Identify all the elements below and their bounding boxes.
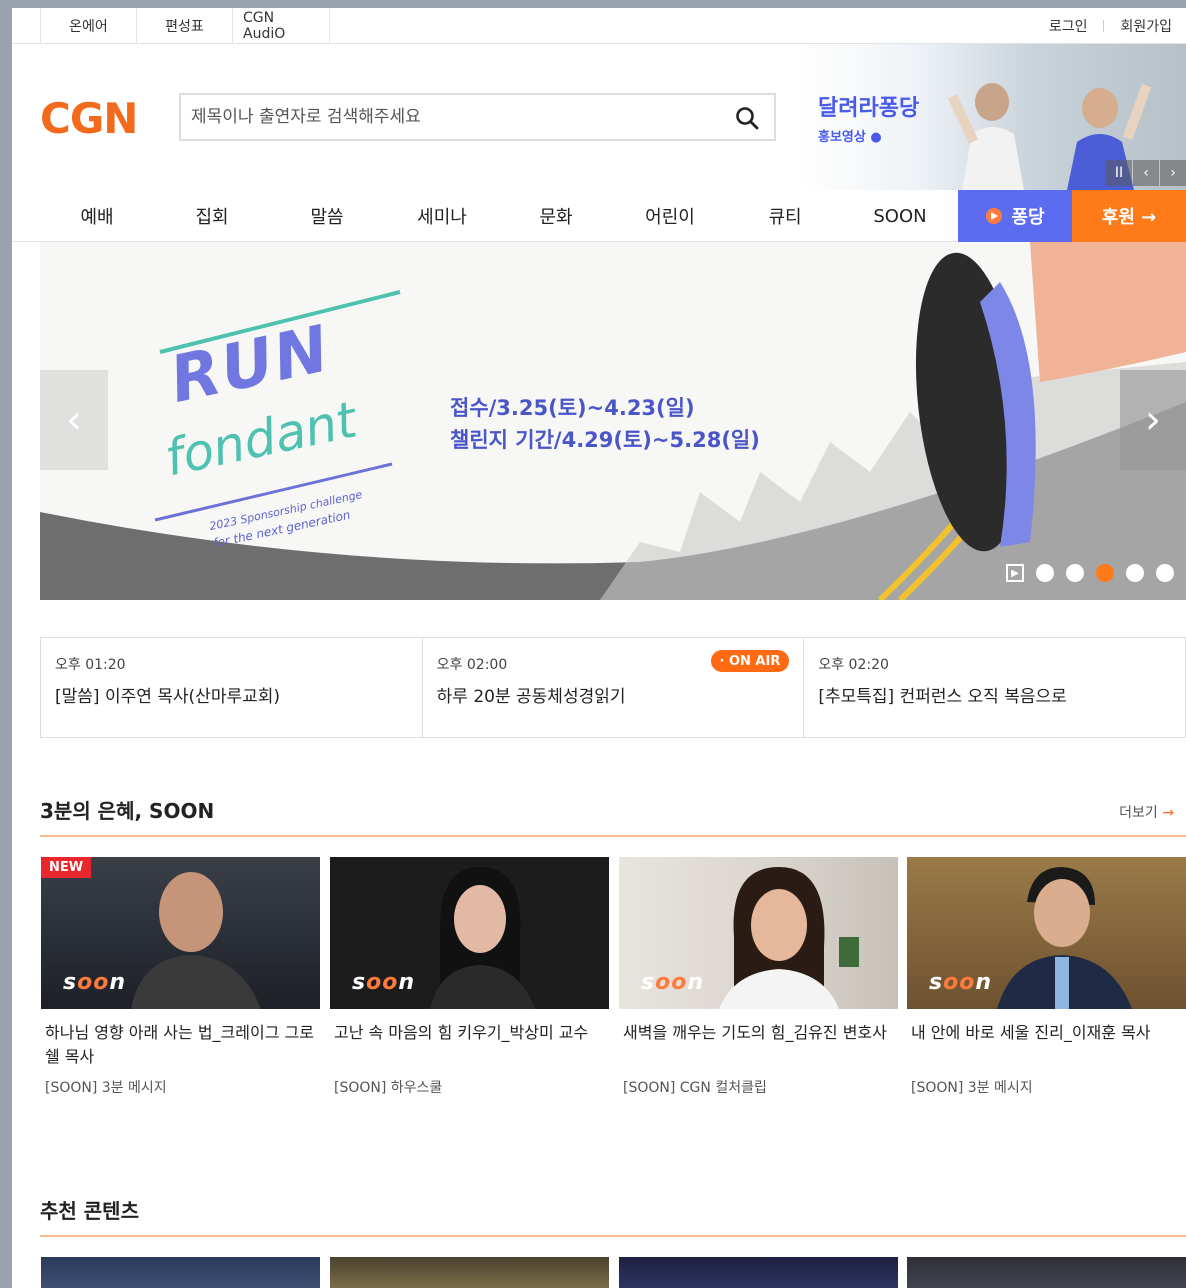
recommend-section-title: 추천 콘텐츠 <box>40 1199 139 1223</box>
utility-tabs: 온에어 편성표 CGN AudiO <box>40 8 330 44</box>
nav-qt[interactable]: 큐티 <box>735 190 835 242</box>
speaker-image <box>430 867 535 1009</box>
hero-date-2: 챌린지 기간/4.29(토)~5.28(일) <box>450 428 760 452</box>
section-divider <box>40 835 1186 837</box>
card-thumbnail[interactable]: soon <box>619 857 898 1009</box>
hero-date-1: 접수/3.25(토)~4.23(일) <box>450 396 695 420</box>
schedule-title: 하루 20분 공동체성경읽기 <box>436 687 626 707</box>
schedule-title: [추모특집] 컨퍼런스 오직 복음으로 <box>818 687 1067 707</box>
slide-dot[interactable] <box>1066 564 1084 582</box>
broadcast-schedule: 오후 01:20 [말씀] 이주연 목사(산마루교회) 오후 02:00 하루 … <box>40 637 1186 738</box>
schedule-time: 오후 01:20 <box>55 657 126 673</box>
slide-dot[interactable] <box>1036 564 1054 582</box>
cgn-logo[interactable]: CGN <box>40 96 138 142</box>
next-button[interactable]: › <box>1160 160 1186 186</box>
soon-watermark: soon <box>63 970 127 995</box>
schedule-item[interactable]: 오후 02:00 하루 20분 공동체성경읽기 · ON AIR <box>423 638 805 737</box>
soon-watermark: soon <box>929 970 993 995</box>
main-nav: 예배 집회 말씀 세미나 문화 어린이 큐티 SOON 퐁당 후원 → <box>12 190 1186 242</box>
promo-controls: II ‹ › <box>1105 160 1186 186</box>
more-link[interactable]: 더보기 → <box>1119 802 1174 822</box>
card-title[interactable]: 고난 속 마음의 힘 키우기_박상미 교수 <box>330 1021 609 1069</box>
recommend-thumbnail[interactable] <box>907 1257 1186 1288</box>
login-link[interactable]: 로그인 <box>1049 16 1088 36</box>
pong-label: 퐁당 <box>1011 207 1045 228</box>
page: 온에어 편성표 CGN AudiO 로그인 회원가입 CGN 달려라퐁당 홍보 <box>12 8 1186 1288</box>
tab-schedule[interactable]: 편성표 <box>136 8 232 44</box>
nav-sermon[interactable]: 말씀 <box>277 190 377 242</box>
card-category: [SOON] 3분 메시지 <box>45 1080 167 1096</box>
card-category: [SOON] 하우스쿨 <box>334 1080 443 1096</box>
card-thumbnail[interactable]: soon <box>330 857 609 1009</box>
speaker-image <box>131 872 261 1009</box>
schedule-time: 오후 02:20 <box>818 657 889 673</box>
card-category: [SOON] 3분 메시지 <box>911 1080 1033 1096</box>
card-title[interactable]: 하나님 영향 아래 사는 법_크레이그 그로쉘 목사 <box>41 1021 320 1069</box>
tab-onair[interactable]: 온에어 <box>40 8 136 44</box>
hero-pagination: ▶ <box>1006 564 1174 582</box>
speaker-image <box>997 867 1132 1009</box>
search-icon[interactable] <box>734 105 760 131</box>
nav-worship[interactable]: 예배 <box>47 190 147 242</box>
soon-card[interactable]: soon 새벽을 깨우는 기도의 힘_김유진 변호사 [SOON] CGN 컬처… <box>619 857 898 1097</box>
pause-button[interactable]: II <box>1106 160 1132 186</box>
recommend-thumbnail[interactable] <box>619 1257 898 1288</box>
nav-seminar[interactable]: 세미나 <box>392 190 492 242</box>
pong-button[interactable]: 퐁당 <box>958 190 1072 242</box>
soon-watermark: soon <box>352 970 416 995</box>
pong-icon <box>986 208 1003 224</box>
promo-title: 달려라퐁당 <box>818 96 920 121</box>
chevron-right-icon: › <box>1145 397 1161 443</box>
section-divider <box>40 1235 1186 1237</box>
slide-dot[interactable] <box>1126 564 1144 582</box>
promo-video-link[interactable]: 홍보영상 ● <box>818 126 882 145</box>
chevron-left-icon: ‹ <box>66 397 82 443</box>
nav-soon[interactable]: SOON <box>850 190 950 242</box>
hero-prev-button[interactable]: ‹ <box>40 370 108 470</box>
on-air-badge: · ON AIR <box>710 650 790 672</box>
slide-dot-active[interactable] <box>1096 564 1114 582</box>
card-title[interactable]: 내 안에 바로 세울 진리_이재훈 목사 <box>907 1021 1186 1069</box>
tab-cgn-audio[interactable]: CGN AudiO <box>232 8 330 44</box>
hero-banner[interactable]: RUN fondant 2023 Sponsorship challenge f… <box>40 242 1186 600</box>
promo-banner[interactable]: 달려라퐁당 홍보영상 ● II ‹ › <box>802 44 1186 190</box>
soon-watermark: soon <box>641 970 705 995</box>
divider <box>1103 20 1105 32</box>
recommend-thumbnail[interactable] <box>41 1257 320 1288</box>
recommend-thumbnail[interactable] <box>330 1257 609 1288</box>
card-title[interactable]: 새벽을 깨우는 기도의 힘_김유진 변호사 <box>619 1021 898 1069</box>
support-button[interactable]: 후원 → <box>1072 190 1186 242</box>
soon-card[interactable]: soon 내 안에 바로 세울 진리_이재훈 목사 [SOON] 3분 메시지 <box>907 857 1186 1097</box>
slide-dot[interactable] <box>1156 564 1174 582</box>
nav-gathering[interactable]: 집회 <box>162 190 262 242</box>
play-icon[interactable]: ▶ <box>1006 564 1024 582</box>
signup-link[interactable]: 회원가입 <box>1120 16 1172 36</box>
nav-culture[interactable]: 문화 <box>506 190 606 242</box>
speaker-image <box>719 867 859 1009</box>
new-badge: NEW <box>41 857 92 878</box>
schedule-title: [말씀] 이주연 목사(산마루교회) <box>55 687 281 707</box>
search-box <box>179 93 776 141</box>
soon-card[interactable]: NEW soon 하나님 영향 아래 사는 법_크레이그 그로쉘 목사 [SOO… <box>41 857 320 1097</box>
card-thumbnail[interactable]: soon <box>907 857 1186 1009</box>
hero-next-button[interactable]: › <box>1120 370 1186 470</box>
search-input[interactable] <box>191 103 721 131</box>
soon-card[interactable]: soon 고난 속 마음의 힘 키우기_박상미 교수 [SOON] 하우스쿨 <box>330 857 609 1097</box>
account-links: 로그인 회원가입 <box>1049 8 1172 44</box>
schedule-item[interactable]: 오후 01:20 [말씀] 이주연 목사(산마루교회) <box>41 638 423 737</box>
soon-section-title: 3분의 은혜, SOON <box>40 799 215 823</box>
prev-button[interactable]: ‹ <box>1133 160 1159 186</box>
card-category: [SOON] CGN 컬처클립 <box>623 1080 767 1096</box>
utility-bar: 온에어 편성표 CGN AudiO 로그인 회원가입 <box>12 8 1186 44</box>
schedule-item[interactable]: 오후 02:20 [추모특집] 컨퍼런스 오직 복음으로 <box>804 638 1185 737</box>
arrow-right-icon: → <box>1162 805 1174 821</box>
nav-kids[interactable]: 어린이 <box>620 190 720 242</box>
card-thumbnail[interactable]: NEW soon <box>41 857 320 1009</box>
more-label: 더보기 <box>1119 805 1158 821</box>
